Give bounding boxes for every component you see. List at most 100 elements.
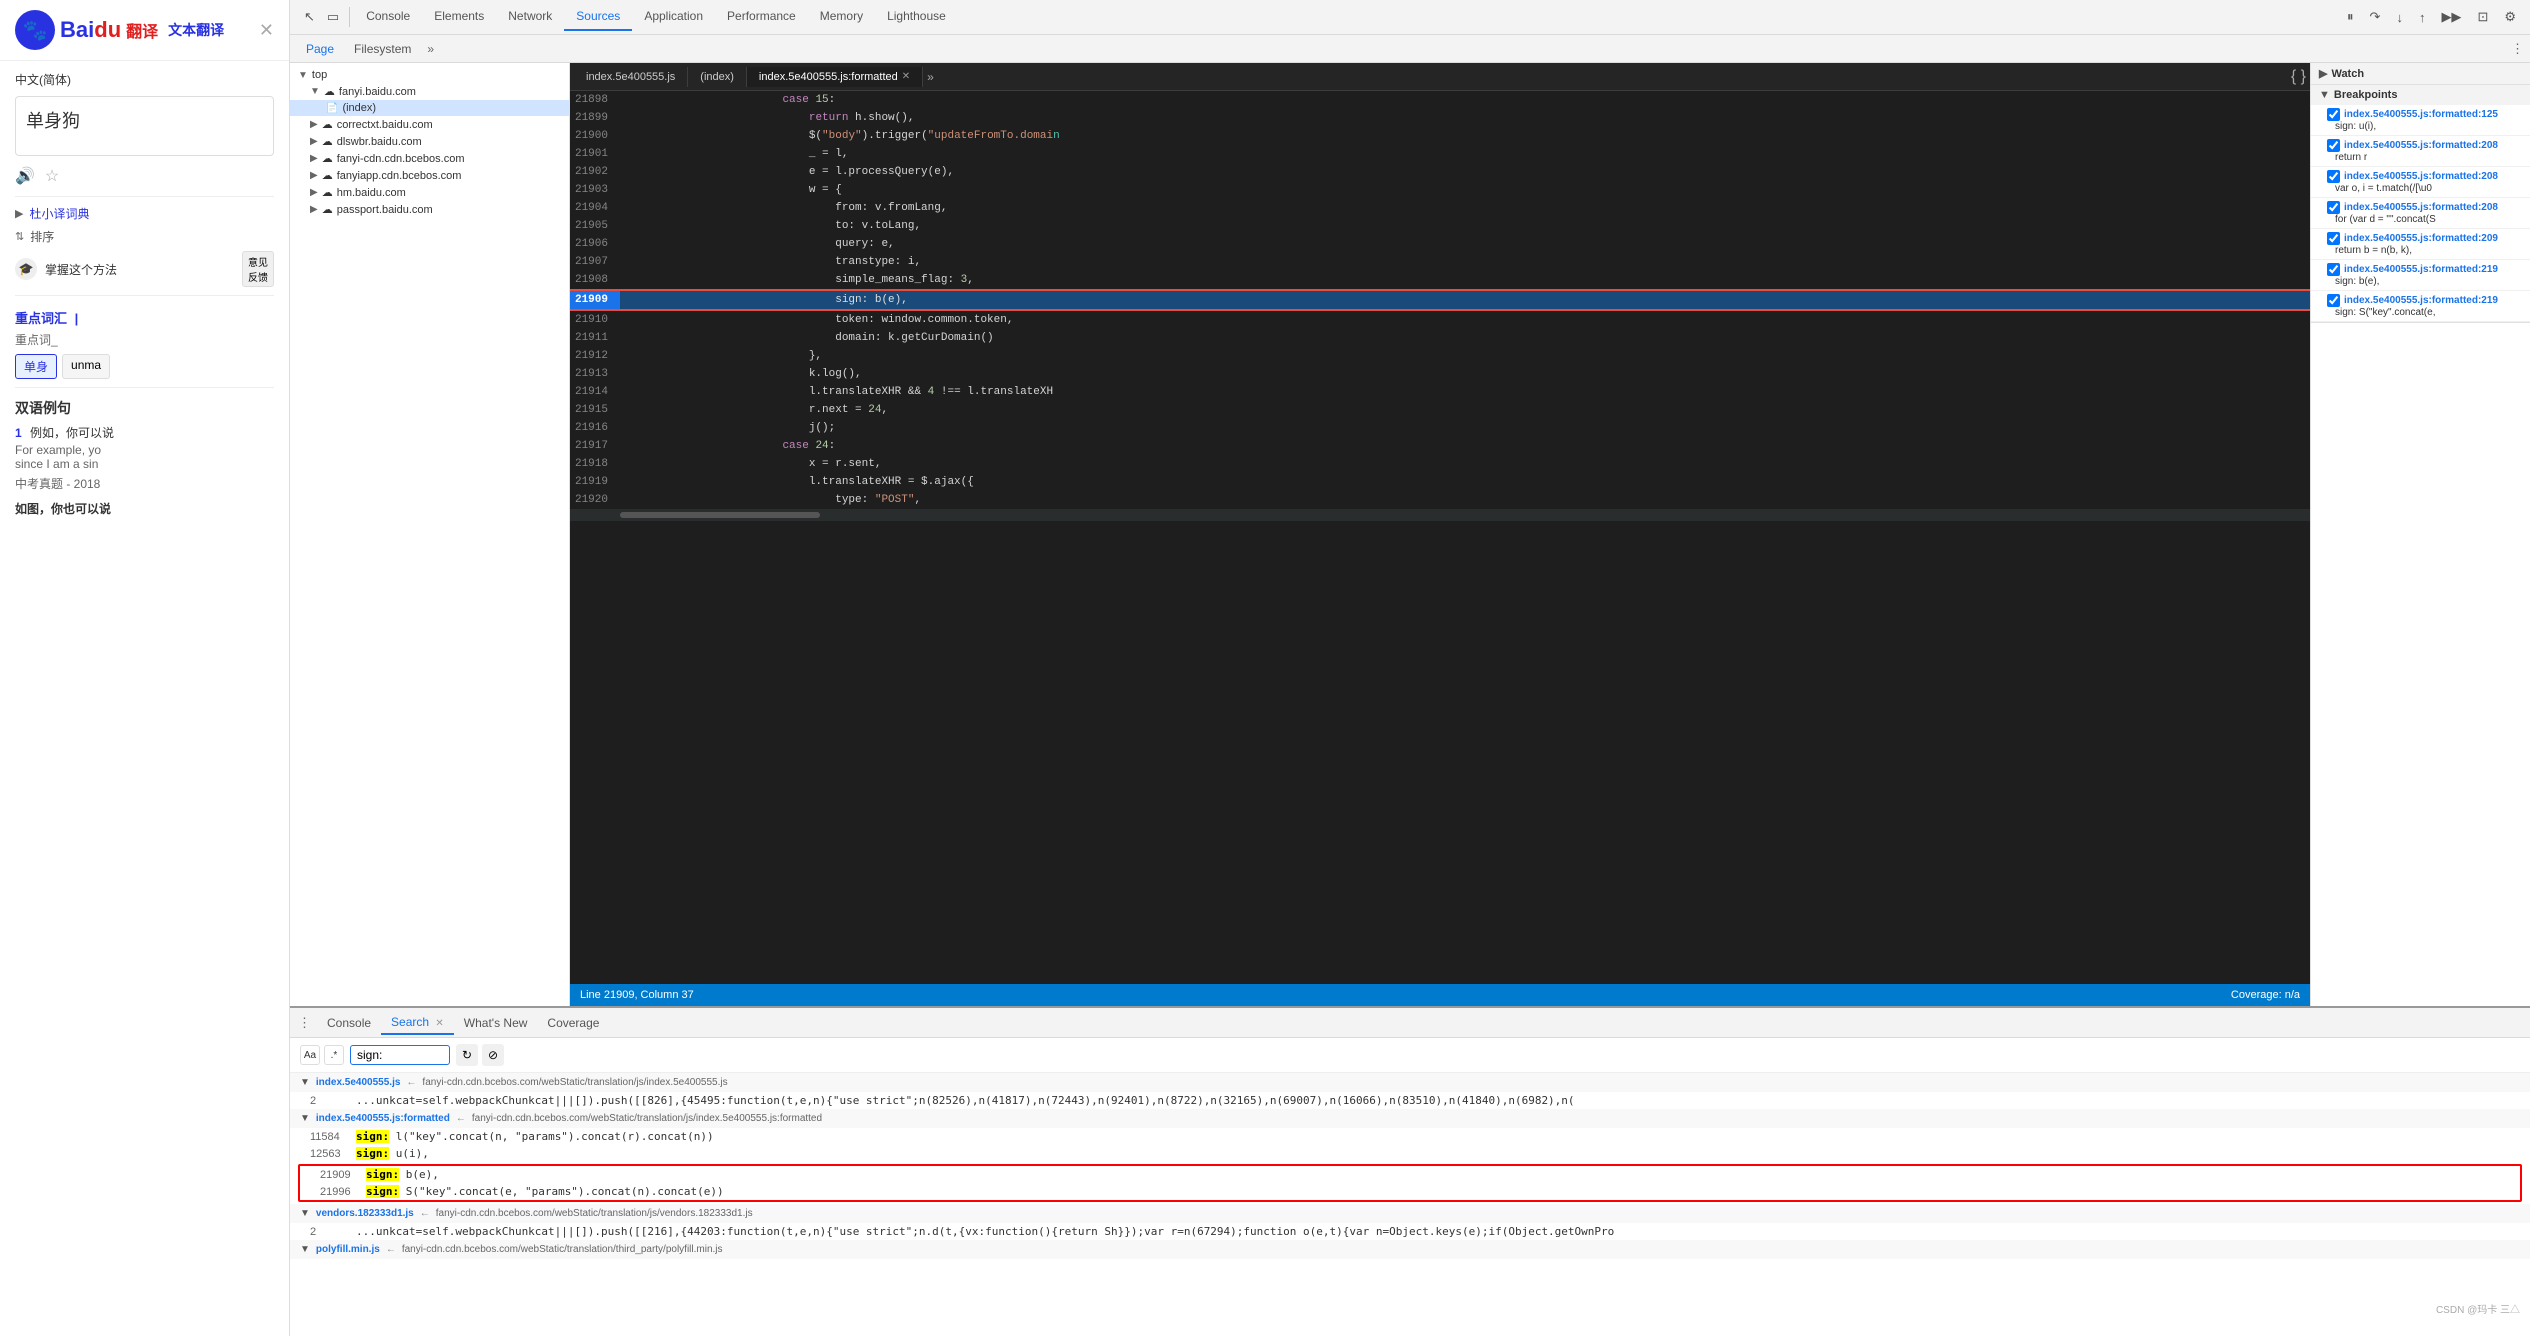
tab-single[interactable]: 单身 xyxy=(15,354,57,379)
tree-correctxt[interactable]: ▶ ☁ correctxt.baidu.com xyxy=(290,116,569,133)
tree-fanyi-cdn[interactable]: ▶ ☁ fanyi-cdn.cdn.bcebos.com xyxy=(290,150,569,167)
code-line-21909: 21909 sign: b(e), xyxy=(570,289,2310,311)
tree-fanyi-baidu[interactable]: ▼ ☁ fanyi.baidu.com xyxy=(290,83,569,100)
star-icon[interactable]: ☆ xyxy=(45,166,59,186)
tab-console[interactable]: Console xyxy=(354,3,422,31)
bp-checkbox-1[interactable] xyxy=(2327,108,2340,121)
collapse-icon-r2: ▼ xyxy=(300,1113,310,1124)
continue-btn[interactable]: ▶▶ xyxy=(2435,6,2467,28)
result-match-2-4[interactable]: 21996 sign: S("key".concat(e, "params").… xyxy=(300,1183,2520,1200)
result-match-2-2[interactable]: 12563 sign: u(i), xyxy=(290,1145,2530,1162)
device-tool-btn[interactable]: ▭ xyxy=(321,6,345,28)
bp-item-5[interactable]: index.5e400555.js:formatted:209 return b… xyxy=(2311,229,2530,260)
bp-item-7[interactable]: index.5e400555.js:formatted:219 sign: S(… xyxy=(2311,291,2530,322)
result-file-header-2[interactable]: ▼ index.5e400555.js:formatted ← fanyi-cd… xyxy=(290,1109,2530,1128)
settings-btn[interactable]: ⚙ xyxy=(2498,6,2522,28)
result-file-header-4[interactable]: ▼ polyfill.min.js ← fanyi-cdn.cdn.bcebos… xyxy=(290,1240,2530,1259)
sources-options-btn[interactable]: ⋮ xyxy=(2511,41,2524,57)
tab-application[interactable]: Application xyxy=(632,3,715,31)
tab-performance[interactable]: Performance xyxy=(715,3,808,31)
case-sensitive-btn[interactable]: Aa xyxy=(300,1045,320,1065)
baidu-nav-link[interactable]: 文本翻译 xyxy=(168,20,224,40)
bp-item-4[interactable]: index.5e400555.js:formatted:208 for (var… xyxy=(2311,198,2530,229)
code-scrollbar-thumb[interactable] xyxy=(620,512,820,518)
pause-btn[interactable]: ⏸ xyxy=(2341,6,2360,28)
bottom-tab-whatsnew[interactable]: What's New xyxy=(454,1012,538,1034)
clear-btn[interactable]: ⊘ xyxy=(482,1044,504,1066)
close-tab-icon[interactable]: ✕ xyxy=(902,71,910,82)
tab-network[interactable]: Network xyxy=(496,3,564,31)
tree-index-file[interactable]: 📄 (index) xyxy=(290,100,569,116)
tab-sources[interactable]: Sources xyxy=(564,3,632,31)
line-content-21906: query: e, xyxy=(620,235,2310,253)
tree-fanyiapp[interactable]: ▶ ☁ fanyiapp.cdn.bcebos.com xyxy=(290,167,569,184)
step-into-btn[interactable]: ↓ xyxy=(2390,7,2409,28)
code-tab-index[interactable]: (index) xyxy=(688,67,747,87)
language-selector[interactable]: 中文(简体) xyxy=(15,71,274,88)
result-match-1-1[interactable]: 2 ...unkcat=self.webpackChunkcat|||[]).p… xyxy=(290,1092,2530,1109)
bp-item-6[interactable]: index.5e400555.js:formatted:219 sign: b(… xyxy=(2311,260,2530,291)
speaker-icon[interactable]: 🔊 xyxy=(15,166,35,186)
refresh-btn[interactable]: ↻ xyxy=(456,1044,478,1066)
regex-btn[interactable]: .* xyxy=(324,1045,344,1065)
feedback-btn[interactable]: 意见反馈 xyxy=(242,251,274,287)
result-file-header-3[interactable]: ▼ vendors.182333d1.js ← fanyi-cdn.cdn.bc… xyxy=(290,1204,2530,1223)
cursor-tool-btn[interactable]: ↖ xyxy=(298,6,321,28)
watch-header[interactable]: ▶ Watch xyxy=(2311,63,2530,84)
bp-checkbox-7[interactable] xyxy=(2327,294,2340,307)
subtab-filesystem[interactable]: Filesystem xyxy=(344,38,421,60)
bp-checkbox-5[interactable] xyxy=(2327,232,2340,245)
result-match-3-1[interactable]: 2 ...unkcat=self.webpackChunkcat|||[]).p… xyxy=(290,1223,2530,1240)
result-linenum-2-1: 11584 xyxy=(310,1131,350,1143)
bp-checkbox-6[interactable] xyxy=(2327,263,2340,276)
close-search-tab-icon[interactable]: ✕ xyxy=(435,1018,443,1029)
bp-code-2: return r xyxy=(2335,152,2522,163)
format-btn[interactable]: { } xyxy=(2291,68,2306,86)
duixiao-link[interactable]: 杜小译词典 xyxy=(29,205,89,222)
cursor-position: Line 21909, Column 37 xyxy=(580,989,694,1001)
step-out-btn[interactable]: ↑ xyxy=(2413,7,2432,28)
search-input[interactable] xyxy=(350,1045,450,1065)
tree-root[interactable]: ▼ top xyxy=(290,67,569,83)
tab-unma[interactable]: unma xyxy=(62,354,110,379)
line-content-21909: sign: b(e), xyxy=(620,291,2310,309)
result-match-2-3[interactable]: 21909 sign: b(e), xyxy=(300,1166,2520,1183)
tab-lighthouse[interactable]: Lighthouse xyxy=(875,3,958,31)
result-match-2-1[interactable]: 11584 sign: l("key".concat(n, "params").… xyxy=(290,1128,2530,1145)
result-file-header-1[interactable]: ▼ index.5e400555.js ← fanyi-cdn.cdn.bceb… xyxy=(290,1073,2530,1092)
line-num-21914: 21914 xyxy=(570,383,620,401)
result-group-1: ▼ index.5e400555.js ← fanyi-cdn.cdn.bceb… xyxy=(290,1073,2530,1109)
subtab-page[interactable]: Page xyxy=(296,38,344,60)
tab-memory[interactable]: Memory xyxy=(808,3,875,31)
step-over-btn[interactable]: ↷ xyxy=(2364,6,2387,28)
more-code-tabs-btn[interactable]: » xyxy=(927,70,934,84)
code-scrollbar[interactable] xyxy=(570,509,2310,521)
code-view[interactable]: 21898 case 15: 21899 return h.show(), 21… xyxy=(570,91,2310,984)
code-tab-index-js[interactable]: index.5e400555.js xyxy=(574,67,688,87)
bottom-tab-search[interactable]: Search ✕ xyxy=(381,1011,454,1035)
tree-dlswbr[interactable]: ▶ ☁ dlswbr.baidu.com xyxy=(290,133,569,150)
tree-hm[interactable]: ▶ ☁ hm.baidu.com xyxy=(290,184,569,201)
tab-elements[interactable]: Elements xyxy=(422,3,496,31)
deactivate-btn[interactable]: ⊡ xyxy=(2471,6,2494,28)
code-tab-formatted[interactable]: index.5e400555.js:formatted ✕ xyxy=(747,67,923,87)
more-tabs-btn[interactable]: » xyxy=(421,38,440,60)
translate-input[interactable]: 单身狗 xyxy=(15,96,274,156)
bp-checkbox-3[interactable] xyxy=(2327,170,2340,183)
bottom-tab-coverage[interactable]: Coverage xyxy=(537,1012,609,1034)
bottom-tab-console[interactable]: Console xyxy=(317,1012,381,1034)
breakpoints-header[interactable]: ▼ Breakpoints xyxy=(2311,85,2530,105)
bp-item-1-row: index.5e400555.js:formatted:125 xyxy=(2327,108,2522,121)
bp-item-1[interactable]: index.5e400555.js:formatted:125 sign: u(… xyxy=(2311,105,2530,136)
watch-collapse-icon: ▶ xyxy=(2319,67,2327,80)
close-devtools-icon[interactable]: ✕ xyxy=(259,20,274,41)
line-num-21911: 21911 xyxy=(570,329,620,347)
bp-item-3[interactable]: index.5e400555.js:formatted:208 var o, i… xyxy=(2311,167,2530,198)
bilingual-example-section: 双语例句 1 例如，你可以说 For example, yo since I a… xyxy=(15,398,274,492)
sort-link[interactable]: 排序 xyxy=(30,228,54,245)
bp-checkbox-4[interactable] xyxy=(2327,201,2340,214)
bp-item-2[interactable]: index.5e400555.js:formatted:208 return r xyxy=(2311,136,2530,167)
bp-checkbox-2[interactable] xyxy=(2327,139,2340,152)
bottom-dots-btn[interactable]: ⋮ xyxy=(298,1015,311,1031)
tree-passport[interactable]: ▶ ☁ passport.baidu.com xyxy=(290,201,569,218)
